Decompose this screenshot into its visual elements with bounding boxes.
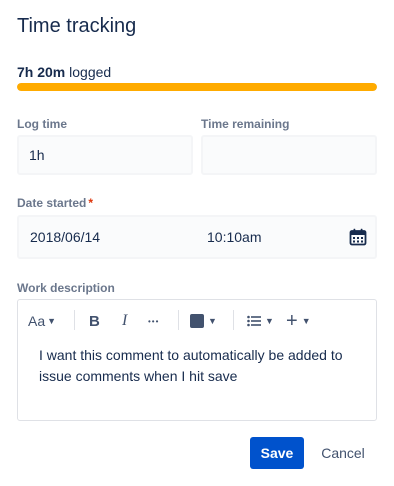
chevron-down-icon: ▼ bbox=[265, 316, 274, 326]
save-button[interactable]: Save bbox=[250, 437, 304, 469]
editor-toolbar: Aa ▼ B I ••• ▼ ▼ + ▼ bbox=[18, 300, 376, 340]
text-color-swatch-icon bbox=[190, 314, 204, 328]
plus-icon: + bbox=[286, 309, 298, 332]
toolbar-divider bbox=[233, 310, 234, 330]
italic-button[interactable]: I bbox=[122, 309, 127, 333]
cancel-button[interactable]: Cancel bbox=[311, 437, 375, 469]
logged-summary: 7h 20m logged bbox=[17, 63, 111, 81]
text-color-dropdown[interactable]: ▼ bbox=[190, 309, 217, 333]
time-remaining-label: Time remaining bbox=[201, 117, 290, 131]
required-marker: * bbox=[88, 196, 94, 210]
work-description-text[interactable]: I want this comment to automatically be … bbox=[39, 345, 359, 387]
time-remaining-field[interactable] bbox=[201, 135, 377, 175]
date-value[interactable]: 2018/06/14 bbox=[30, 229, 100, 245]
dialog-title: Time tracking bbox=[17, 15, 137, 37]
calendar-icon[interactable] bbox=[349, 228, 367, 246]
date-started-field[interactable]: 2018/06/14 10:10am bbox=[17, 215, 377, 259]
chevron-down-icon: ▼ bbox=[301, 316, 311, 326]
bullet-list-icon bbox=[247, 315, 261, 327]
log-time-label: Log time bbox=[17, 117, 67, 131]
time-progress-fill bbox=[17, 83, 377, 91]
text-style-dropdown[interactable]: Aa ▼ bbox=[28, 309, 56, 333]
time-progress-bar bbox=[17, 83, 377, 91]
time-remaining-input[interactable] bbox=[203, 137, 375, 173]
more-formatting-button[interactable]: ••• bbox=[148, 309, 159, 333]
date-started-label: Date started * bbox=[17, 195, 93, 211]
chevron-down-icon: ▼ bbox=[47, 316, 57, 326]
insert-dropdown[interactable]: + ▼ bbox=[286, 309, 311, 333]
bold-button[interactable]: B bbox=[89, 309, 100, 333]
work-description-label: Work description bbox=[17, 281, 115, 295]
logged-amount: 7h 20m bbox=[17, 64, 66, 80]
work-description-editor[interactable]: Aa ▼ B I ••• ▼ ▼ + ▼ I want this comment… bbox=[17, 299, 377, 421]
toolbar-divider bbox=[74, 310, 75, 330]
log-time-input[interactable] bbox=[19, 137, 191, 173]
chevron-down-icon: ▼ bbox=[208, 316, 217, 326]
date-started-label-text: Date started bbox=[17, 196, 87, 210]
time-value[interactable]: 10:10am bbox=[207, 229, 261, 245]
text-style-label: Aa bbox=[28, 313, 46, 329]
log-time-field[interactable] bbox=[17, 135, 193, 175]
toolbar-divider bbox=[178, 310, 179, 330]
list-dropdown[interactable]: ▼ bbox=[247, 309, 274, 333]
logged-suffix: logged bbox=[69, 64, 112, 80]
